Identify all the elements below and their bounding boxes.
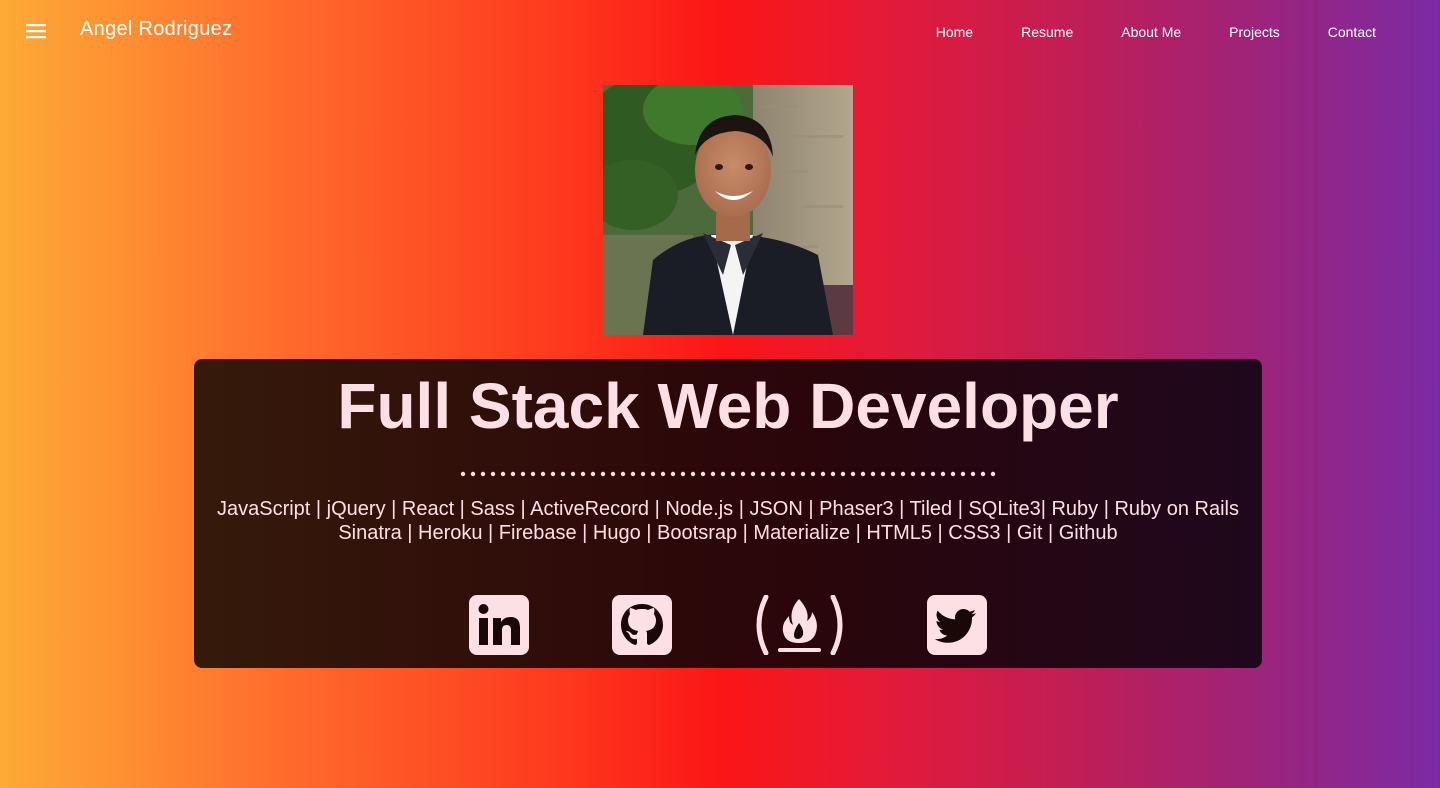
skills-line-1: JavaScript | jQuery | React | Sass | Act… <box>216 498 1239 520</box>
navbar: Angel Rodriguez Home Resume About Me Pro… <box>0 0 1440 64</box>
intro-card: Full Stack Web Developer JavaScript | jQ… <box>194 359 1262 668</box>
dotted-divider <box>460 471 996 477</box>
brand-logo-link[interactable]: Angel Rodriguez <box>80 18 232 41</box>
hamburger-menu-icon[interactable] <box>26 22 46 40</box>
github-icon[interactable] <box>612 595 672 655</box>
freecodecamp-icon[interactable] <box>752 595 847 655</box>
nav-link-about-me[interactable]: About Me <box>1097 0 1205 64</box>
nav-link-resume[interactable]: Resume <box>997 0 1097 64</box>
headline: Full Stack Web Developer <box>337 370 1119 442</box>
nav-links: Home Resume About Me Projects Contact <box>912 0 1400 64</box>
nav-link-projects[interactable]: Projects <box>1205 0 1304 64</box>
skills-line-2: Sinatra | Heroku | Firebase | Hugo | Boo… <box>338 522 1118 544</box>
linkedin-icon[interactable] <box>469 595 529 655</box>
nav-link-contact[interactable]: Contact <box>1304 0 1400 64</box>
skills-list: JavaScript | jQuery | React | Sass | Act… <box>194 497 1262 545</box>
twitter-icon[interactable] <box>927 595 987 655</box>
nav-link-home[interactable]: Home <box>912 0 997 64</box>
profile-photo <box>603 85 853 335</box>
